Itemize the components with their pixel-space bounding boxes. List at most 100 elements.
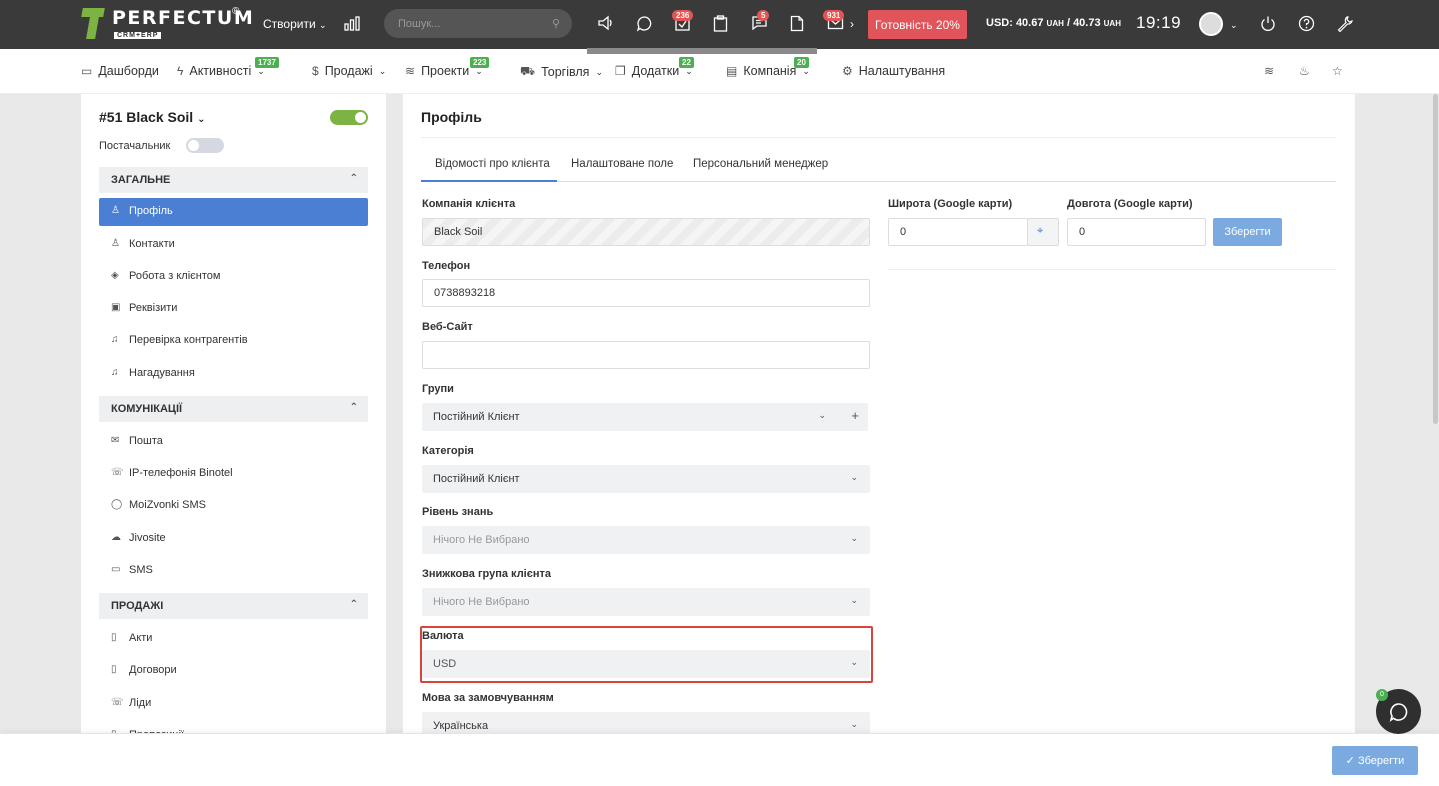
sidebar-item-counterparty-check[interactable]: ♫ Перевірка контрагентів: [99, 327, 368, 355]
section-sales[interactable]: Продажі ⌃: [99, 593, 368, 619]
search-input[interactable]: [384, 9, 572, 38]
chevron-right-icon[interactable]: ›: [850, 16, 854, 32]
supplier-toggle[interactable]: [186, 138, 224, 153]
avatar[interactable]: [1199, 12, 1223, 36]
chat-icon: ◯: [111, 499, 123, 510]
fire-icon[interactable]: ♨: [1299, 64, 1310, 78]
phone-icon: ☏: [111, 697, 124, 708]
nav-item-addons[interactable]: ❐ Додатки 22 ⌄: [615, 57, 694, 78]
nav-item-dashboards[interactable]: ▭ Дашборди: [81, 64, 159, 78]
page-title: Профіль: [421, 109, 482, 125]
watch-icon: ◈: [111, 270, 119, 281]
sidebar-item-sms[interactable]: ▭ SMS: [99, 557, 368, 585]
main-navigation: ▭ Дашборди ϟ Активності 1737 ⌄ $ Продажі ⌄ …: [0, 49, 1439, 94]
bell-icon: ♫: [111, 334, 119, 345]
sidebar-item-client-work[interactable]: ◈ Робота з клієнтом: [99, 263, 368, 291]
help-icon[interactable]: [1298, 15, 1315, 36]
sidebar-item-label: SMS: [129, 564, 153, 576]
sidebar-item-leads[interactable]: ☏ Ліди: [99, 690, 368, 718]
client-active-toggle[interactable]: [330, 110, 368, 125]
nav-item-settings[interactable]: ⚙ Налаштування: [842, 64, 945, 78]
default-language-value: Українська: [433, 720, 489, 732]
sidebar-item-jivosite[interactable]: ☁ Jivosite: [99, 525, 368, 553]
sidebar-item-requisites[interactable]: ▣ Реквізити: [99, 295, 368, 323]
cart-icon: ⛟: [520, 64, 536, 78]
website-field[interactable]: [422, 341, 870, 369]
nav-item-company[interactable]: ▤ Компанія 20 ⌄: [726, 57, 810, 78]
document-icon[interactable]: [790, 15, 804, 36]
latitude-field[interactable]: 0: [888, 218, 1028, 246]
wrench-icon[interactable]: [1336, 15, 1353, 36]
currency-select[interactable]: USD ⌄: [422, 650, 870, 678]
layers-icon: ≋: [405, 64, 416, 78]
top-bar: PERFECTUM CRM+ERP ® Створити ⌄ ⚲ 236 5 9…: [0, 0, 1439, 49]
nav-item-trade[interactable]: ⛟ Торгівля ⌄: [520, 64, 603, 80]
map-picker-button[interactable]: ⌖: [1027, 218, 1059, 246]
chevron-down-icon: ⌄: [850, 719, 858, 729]
phone-label: Телефон: [422, 260, 471, 272]
sidebar-item-moizvonki[interactable]: ◯ MoiZvonki SMS: [99, 492, 368, 520]
sidebar-item-binotel[interactable]: ☏ IP-телефонія Binotel: [99, 460, 368, 488]
sidebar-item-mail[interactable]: ✉ Пошта: [99, 428, 368, 456]
category-select[interactable]: Постійний Клієнт ⌄: [422, 465, 870, 493]
chat-bubble-icon[interactable]: [636, 15, 653, 36]
tab-personal-manager[interactable]: Персональний менеджер: [693, 158, 828, 182]
save-button[interactable]: ✓ Зберегти: [1332, 746, 1418, 775]
sidebar-item-contracts[interactable]: ▯ Договори: [99, 657, 368, 685]
power-icon[interactable]: [1260, 15, 1276, 36]
groups-value: Постійний Клієнт: [433, 411, 520, 423]
sidebar-item-reminders[interactable]: ♫ Нагадування: [99, 360, 368, 388]
megaphone-icon[interactable]: [597, 15, 614, 35]
sidebar-item-contacts[interactable]: ♙ Контакти: [99, 231, 368, 259]
star-icon[interactable]: ☆: [1332, 64, 1343, 78]
discount-group-label: Знижкова група клієнта: [422, 568, 551, 580]
sidebar-item-label: Профіль: [129, 205, 173, 217]
client-title[interactable]: #51 Black Soil ⌄: [99, 109, 205, 125]
chevron-down-icon[interactable]: ⌄: [1230, 17, 1238, 33]
longitude-field[interactable]: 0: [1067, 218, 1206, 246]
tab-custom-field[interactable]: Налаштоване поле: [571, 158, 673, 182]
nav-label: Налаштування: [858, 64, 946, 78]
knowledge-level-select[interactable]: Нічого Не Вибрано ⌄: [422, 526, 870, 554]
page-scrollbar[interactable]: [1433, 94, 1438, 424]
section-communications[interactable]: Комунікації ⌃: [99, 396, 368, 422]
create-label: Створити: [263, 17, 316, 31]
sidebar-item-label: Договори: [129, 664, 177, 676]
discount-group-select[interactable]: Нічого Не Вибрано ⌄: [422, 588, 870, 616]
file-icon: ▯: [111, 632, 117, 643]
nav-item-projects[interactable]: ≋ Проекти 223 ⌄: [405, 57, 490, 78]
section-title: Комунікації: [111, 403, 183, 415]
search-icon[interactable]: ⚲: [552, 17, 560, 30]
sidebar-item-label: IP-телефонія Binotel: [129, 467, 233, 479]
sidebar-item-label: Jivosite: [129, 532, 166, 544]
section-title: Продажі: [111, 600, 164, 612]
nav-label: Проекти: [421, 64, 470, 78]
stats-icon[interactable]: [344, 16, 360, 35]
profile-tabs: Відомості про клієнта Налаштоване поле П…: [421, 154, 1336, 182]
clipboard-icon[interactable]: [713, 15, 728, 36]
tab-client-info[interactable]: Відомості про клієнта: [421, 158, 557, 182]
groups-select[interactable]: Постійний Клієнт ⌄ +: [422, 403, 868, 431]
discount-group-value: Нічого Не Вибрано: [433, 596, 530, 608]
chevron-down-icon: ⌄: [850, 657, 858, 667]
sidebar-item-acts[interactable]: ▯ Акти: [99, 625, 368, 653]
bell-icon: ♫: [111, 367, 119, 378]
section-general[interactable]: Загальне ⌃: [99, 167, 368, 193]
nav-item-activities[interactable]: ϟ Активності 1737 ⌄: [177, 57, 279, 78]
logo[interactable]: PERFECTUM CRM+ERP ®: [81, 6, 254, 40]
stack-icon[interactable]: ≋: [1264, 64, 1274, 78]
cloud-icon: ☁: [111, 532, 121, 543]
save-coordinates-button[interactable]: Зберегти: [1213, 218, 1282, 246]
sidebar-item-profile[interactable]: ♙ Профіль: [99, 198, 368, 226]
supplier-label: Постачальник: [99, 140, 171, 152]
nav-item-sales[interactable]: $ Продажі ⌄: [312, 64, 386, 78]
building-icon: ▤: [726, 64, 738, 78]
plus-icon[interactable]: +: [851, 408, 859, 423]
search-box[interactable]: ⚲: [384, 9, 572, 38]
readiness-button[interactable]: Готовність 20%: [868, 10, 967, 39]
copy-icon: ❐: [615, 64, 626, 78]
section-title: Загальне: [111, 174, 171, 186]
phone-field[interactable]: 0738893218: [422, 279, 870, 307]
top-scroll-indicator[interactable]: [587, 48, 817, 54]
create-menu[interactable]: Створити ⌄: [263, 17, 327, 31]
